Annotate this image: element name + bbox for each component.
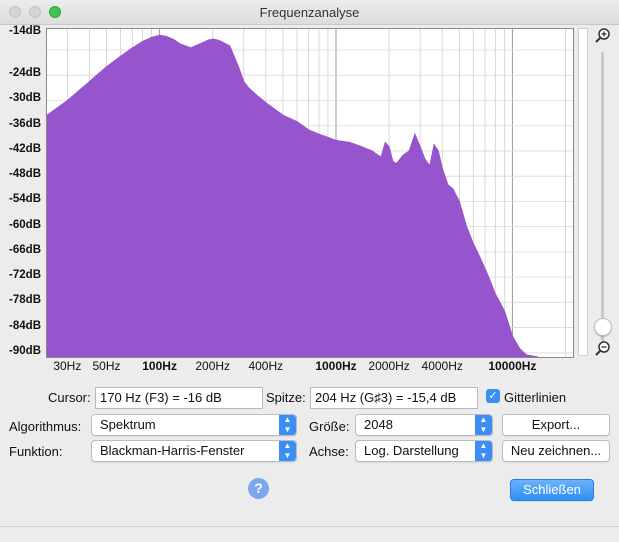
function-select-value: Blackman-Harris-Fenster [100,443,245,458]
y-tick-label: -66dB [9,243,41,256]
spectrum-chart [47,29,573,357]
y-tick-label: -42dB [9,142,41,155]
y-tick-label: -54dB [9,193,41,206]
x-tick-label: 1000Hz [315,359,357,373]
algorithm-label: Algorithmus: [9,419,82,434]
close-button[interactable]: Schließen [510,479,594,501]
cursor-label: Cursor: [48,390,91,405]
x-tick-label: 30Hz [53,359,82,373]
x-tick-label: 200Hz [195,359,231,373]
y-tick-label: -36dB [9,117,41,130]
x-tick-label: 2000Hz [368,359,410,373]
vertical-scrollbar[interactable] [578,28,588,356]
y-tick-label: -60dB [9,218,41,231]
redraw-button[interactable]: Neu zeichnen... [502,440,610,462]
function-label: Funktion: [9,444,63,459]
spectrum-plot[interactable] [46,28,574,358]
spectrum-area [47,34,539,357]
grid-lines-checkbox[interactable]: ✓ [486,389,500,403]
select-arrows-icon: ▲ ▼ [279,441,296,461]
peak-label: Spitze: [266,390,306,405]
size-label: Größe: [309,419,350,434]
x-tick-label: 50Hz [92,359,121,373]
y-tick-label: -30dB [9,92,41,105]
y-tick-label: -78dB [9,294,41,307]
export-button[interactable]: Export... [502,414,610,436]
function-select[interactable]: Blackman-Harris-Fenster ▲ ▼ [91,440,297,462]
zoom-in-icon[interactable] [594,27,612,45]
select-arrows-icon: ▲ ▼ [475,441,492,461]
y-tick-label: -24dB [9,67,41,80]
zoom-slider-knob[interactable] [594,318,612,336]
peak-value-field[interactable]: 204 Hz (G♯3) = -15,4 dB [310,387,478,409]
grid-lines-label[interactable]: Gitterlinien [504,390,566,405]
y-tick-label: -72dB [9,269,41,282]
cursor-value-field[interactable]: 170 Hz (F3) = -16 dB [95,387,263,409]
size-select[interactable]: 2048 ▲ ▼ [355,414,493,436]
x-tick-label: 10000Hz [488,359,537,373]
axis-select-value: Log. Darstellung [364,443,459,458]
x-tick-label: 100Hz [142,359,177,373]
y-tick-label: -14dB [9,25,41,38]
zoom-slider-track[interactable] [601,52,604,342]
axis-label: Achse: [309,444,349,459]
zoom-out-icon[interactable] [594,340,612,358]
x-tick-label: 4000Hz [421,359,463,373]
algorithm-select-value: Spektrum [100,417,156,432]
size-select-value: 2048 [364,417,393,432]
y-tick-label: -90dB [9,344,41,357]
title-bar: Frequenzanalyse [0,0,619,25]
x-tick-label: 400Hz [248,359,284,373]
y-tick-label: -48dB [9,168,41,181]
help-button[interactable]: ? [248,478,269,499]
y-tick-label: -84dB [9,319,41,332]
select-arrows-icon: ▲ ▼ [475,415,492,435]
algorithm-select[interactable]: Spektrum ▲ ▼ [91,414,297,436]
bottom-divider [0,526,619,527]
select-arrows-icon: ▲ ▼ [279,415,296,435]
window-title: Frequenzanalyse [259,5,360,20]
axis-select[interactable]: Log. Darstellung ▲ ▼ [355,440,493,462]
